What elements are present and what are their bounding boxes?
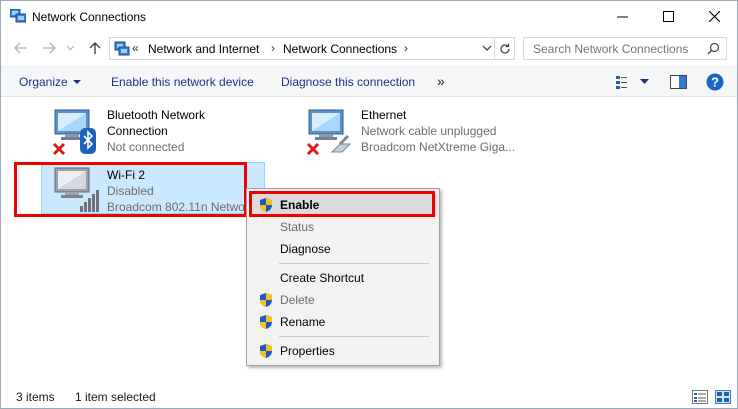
maximize-icon [662, 11, 674, 22]
menu-item-label: Rename [280, 315, 326, 329]
details-view-icon[interactable] [692, 390, 708, 404]
breadcrumb-separator-icon[interactable]: › [271, 41, 275, 55]
close-button[interactable] [691, 1, 737, 32]
svg-text:?: ? [711, 75, 719, 90]
menu-separator [279, 263, 429, 264]
uac-shield-icon [260, 344, 272, 358]
menu-item-status[interactable]: Status [249, 216, 437, 238]
menu-item-label: Create Shortcut [280, 271, 365, 285]
chevron-down-icon [66, 45, 74, 51]
connection-name: Bluetooth Network [107, 108, 206, 122]
menu-separator [279, 336, 429, 337]
breadcrumb-separator-icon[interactable]: › [404, 41, 408, 55]
large-icons-view-icon[interactable] [715, 390, 731, 404]
title-bar: Network Connections [1, 1, 737, 32]
menu-item-diagnose[interactable]: Diagnose [249, 238, 437, 260]
command-bar: Organize Enable this network device Diag… [1, 66, 737, 97]
menu-item-label: Delete [280, 293, 315, 307]
breadcrumb-network-and-internet[interactable]: Network and Internet [148, 42, 259, 56]
explorer-window: Network Connections « Network and Intern… [0, 0, 738, 409]
minimize-button[interactable] [599, 1, 645, 32]
forward-button[interactable] [40, 39, 58, 57]
ethernet-network-icon [306, 109, 352, 156]
status-bar: 3 items 1 item selected [1, 385, 737, 408]
search-icon[interactable] [707, 42, 720, 55]
change-view-icon[interactable] [615, 74, 631, 90]
uac-shield-icon [260, 293, 272, 307]
annotation-highlight-box [249, 191, 435, 217]
back-button[interactable] [12, 39, 30, 57]
maximize-button[interactable] [645, 1, 691, 32]
organize-label: Organize [19, 75, 68, 89]
connection-ethernet[interactable]: Ethernet Network cable unplugged Broadco… [306, 108, 526, 158]
connection-name-line2: Connection [107, 124, 168, 138]
menu-item-label: Diagnose [280, 242, 331, 256]
minimize-icon [616, 16, 628, 18]
menu-item-label: Properties [280, 344, 335, 358]
diagnose-connection-button[interactable]: Diagnose this connection [281, 75, 415, 89]
search-box[interactable] [523, 37, 727, 60]
chevron-down-icon[interactable] [482, 43, 492, 53]
breadcrumb-network-connections[interactable]: Network Connections [283, 42, 397, 56]
connection-bluetooth[interactable]: Bluetooth Network Connection Not connect… [52, 108, 252, 158]
address-bar[interactable]: « Network and Internet › Network Connect… [109, 37, 495, 60]
menu-item-rename[interactable]: Rename [249, 311, 437, 333]
menu-item-create-shortcut[interactable]: Create Shortcut [249, 267, 437, 289]
close-icon [708, 11, 720, 22]
search-input[interactable] [524, 38, 704, 59]
help-icon[interactable]: ? [706, 73, 724, 91]
connection-status: Not connected [107, 140, 185, 154]
selection-count: 1 item selected [75, 390, 156, 404]
navigation-bar: « Network and Internet › Network Connect… [1, 34, 737, 64]
view-options-chevron-icon[interactable] [640, 79, 649, 85]
menu-item-delete[interactable]: Delete [249, 289, 437, 311]
control-panel-icon [114, 41, 130, 56]
item-count: 3 items [16, 390, 55, 404]
menu-item-label: Status [280, 220, 315, 234]
window-title: Network Connections [32, 10, 147, 24]
refresh-button[interactable] [495, 37, 515, 60]
back-arrow-icon [14, 42, 27, 54]
preview-pane-icon[interactable] [670, 74, 687, 90]
connection-name: Ethernet [361, 108, 407, 122]
connection-status: Network cable unplugged [361, 124, 497, 138]
up-arrow-icon [89, 42, 101, 54]
bluetooth-network-icon [52, 109, 96, 156]
menu-item-properties[interactable]: Properties [249, 340, 437, 362]
refresh-icon [499, 43, 510, 54]
recent-locations-button[interactable] [64, 39, 76, 57]
connection-device: Broadcom NetXtreme Giga... [361, 140, 516, 154]
network-connections-icon [10, 9, 26, 23]
forward-arrow-icon [43, 42, 56, 54]
uac-shield-icon [260, 315, 272, 329]
annotation-highlight-box [14, 162, 247, 217]
caret-down-icon [72, 80, 81, 84]
breadcrumb-overflow[interactable]: « [132, 41, 139, 55]
organize-menu[interactable]: Organize [19, 75, 81, 89]
enable-device-button[interactable]: Enable this network device [111, 75, 254, 89]
more-commands-button[interactable]: » [437, 73, 445, 89]
up-button[interactable] [86, 39, 104, 57]
